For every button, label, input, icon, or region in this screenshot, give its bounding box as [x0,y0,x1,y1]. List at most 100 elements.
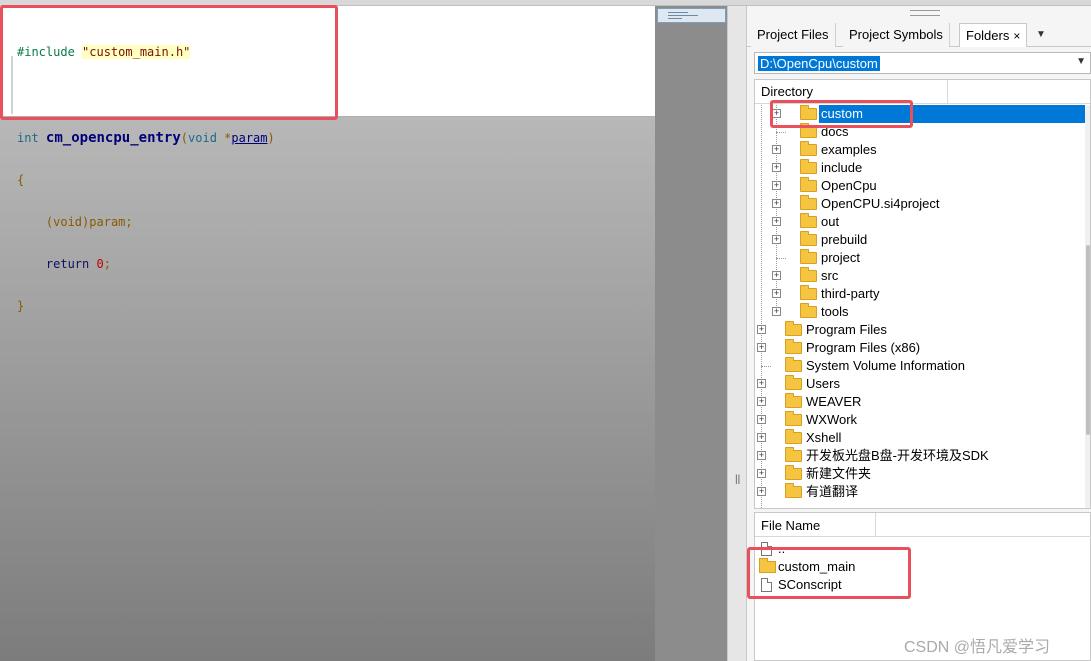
tree-item-label: OpenCpu [821,178,877,193]
watermark: CSDN @悟凡爱学习 [904,639,1051,656]
tree-item[interactable]: + Program Files [755,321,1085,339]
expand-icon[interactable]: + [772,217,781,226]
tree-item-label: examples [821,142,877,157]
tree-item-label: Xshell [806,430,842,445]
return-type: int [17,131,39,145]
tree-item-label: 开发板光盘B盘-开发环境及SDK [806,448,989,463]
folder-icon [785,411,802,426]
tree-item-label: Program Files [806,322,887,337]
expand-icon[interactable]: + [757,325,766,334]
directory-tree[interactable]: Directory + custom docs + examples + include + O… [754,79,1091,509]
tree-item-label: out [821,214,840,229]
splitter-grip-icon: || [735,474,741,485]
tree-item[interactable]: + third-party [755,285,1085,303]
tab-folders[interactable]: Folders × [959,23,1028,47]
tree-item-label: prebuild [821,232,868,247]
folder-icon [785,321,802,336]
tree-item[interactable]: + WEAVER [755,393,1085,411]
folder-icon [800,285,817,300]
expand-icon[interactable]: + [757,379,766,388]
folder-icon [785,465,802,480]
folder-icon [800,159,817,174]
tree-item[interactable]: + tools [755,303,1085,321]
tab-project-files[interactable]: Project Files [751,23,836,47]
tree-connector [761,366,771,367]
tree-connector [776,258,786,259]
tree-item[interactable]: + 开发板光盘B盘-开发环境及SDK [755,447,1085,465]
return-semicolon: ; [103,257,111,271]
tree-item[interactable]: + 有道翻译 [755,483,1085,501]
panel-drag-grip-icon[interactable] [910,10,940,16]
tree-item[interactable]: + src [755,267,1085,285]
overview-thumbnail[interactable] [657,8,726,23]
folder-icon [800,141,817,156]
annotation-files-box [747,547,911,599]
void-keyword: void [188,131,217,145]
expand-icon[interactable]: + [772,181,781,190]
tree-item-label: src [821,268,839,283]
expand-icon[interactable]: + [757,415,766,424]
path-dropdown-icon[interactable]: ▼ [1076,56,1086,67]
tree-scrollbar[interactable] [1085,105,1090,508]
panel-splitter[interactable]: || [727,6,747,661]
path-value: D:\OpenCpu\custom [758,56,880,71]
expand-icon[interactable]: + [772,163,781,172]
annotation-code-box [0,5,338,120]
expand-icon[interactable]: + [757,343,766,352]
expand-icon[interactable]: + [772,307,781,316]
scrollbar-thumb[interactable] [1086,245,1090,435]
cast-param: param; [89,215,133,229]
expand-icon[interactable]: + [757,487,766,496]
expand-icon[interactable]: + [772,271,781,280]
expand-icon[interactable]: + [757,433,766,442]
tree-item-label: WXWork [806,412,858,427]
tree-item-label: Program Files (x86) [806,340,921,355]
expand-icon[interactable]: + [772,235,781,244]
tree-item-label: OpenCPU.si4project [821,196,940,211]
folder-icon [800,303,817,318]
folder-icon [785,357,802,372]
close-icon[interactable]: × [1013,29,1020,43]
tree-item[interactable]: + Users [755,375,1085,393]
expand-icon[interactable]: + [772,199,781,208]
tree-item[interactable]: + examples [755,141,1085,159]
tree-item-label: include [821,160,863,175]
file-name-header[interactable]: File Name [755,513,1091,537]
chevron-down-icon[interactable]: ▼ [1031,23,1051,47]
tree-item[interactable]: + prebuild [755,231,1085,249]
tree-item[interactable]: project [755,249,1085,267]
tree-item[interactable]: + OpenCPU.si4project [755,195,1085,213]
expand-icon[interactable]: + [772,145,781,154]
tree-item[interactable]: + Xshell [755,429,1085,447]
folder-icon [785,429,802,444]
expand-icon[interactable]: + [772,289,781,298]
tree-item-label: WEAVER [806,394,862,409]
open-paren: ( [180,131,189,145]
tree-item[interactable]: + out [755,213,1085,231]
expand-icon[interactable]: + [757,451,766,460]
tree-item-label: 新建文件夹 [806,466,872,481]
tree-item[interactable]: + WXWork [755,411,1085,429]
expand-icon[interactable]: + [757,469,766,478]
folder-icon [800,231,817,246]
path-combobox[interactable]: D:\OpenCpu\custom ▼ [754,52,1091,74]
tree-item-label: 有道翻译 [806,484,859,499]
folder-icon [785,447,802,462]
expand-icon[interactable]: + [757,397,766,406]
open-brace: { [17,173,25,187]
folder-icon [800,195,817,210]
tab-project-symbols[interactable]: Project Symbols [843,23,950,47]
tree-item[interactable]: + include [755,159,1085,177]
return-keyword: return [45,257,90,271]
function-name: cm_opencpu_entry [45,130,181,146]
tree-item[interactable]: System Volume Information [755,357,1085,375]
folder-icon [800,177,817,192]
folder-icon [800,249,817,264]
tree-item[interactable]: + Program Files (x86) [755,339,1085,357]
folder-icon [800,267,817,282]
folder-icon [785,375,802,390]
tree-item-label: tools [821,304,849,319]
close-paren: ) [267,131,275,145]
tree-item[interactable]: + OpenCpu [755,177,1085,195]
tree-item[interactable]: + 新建文件夹 [755,465,1085,483]
